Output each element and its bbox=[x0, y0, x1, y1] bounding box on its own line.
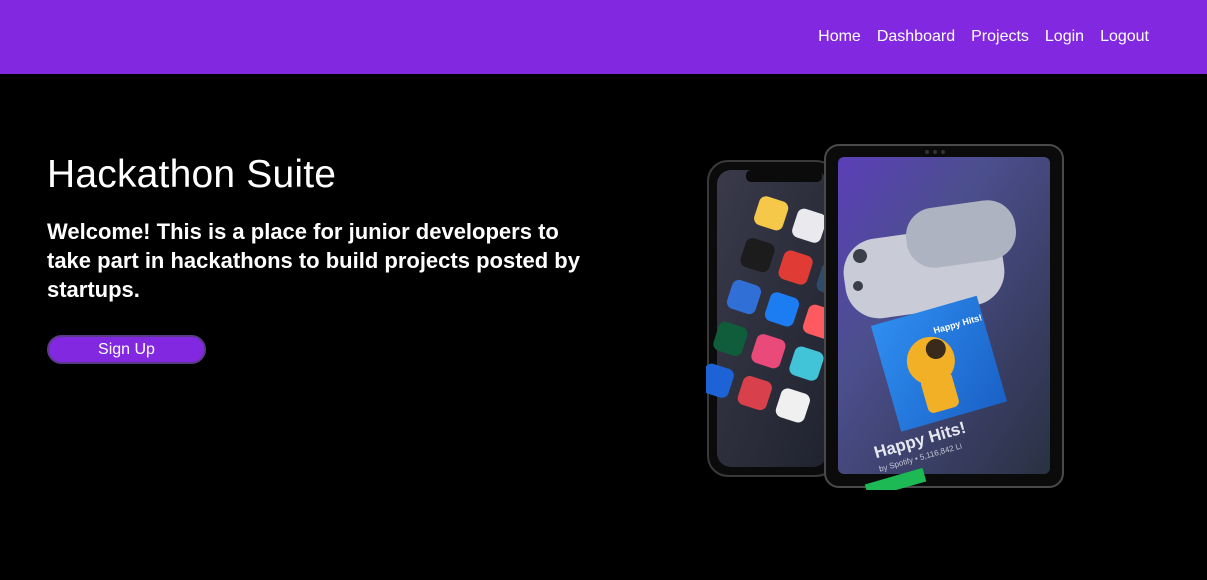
devices-illustration: Happy Hits! Happy Hits! by Spotify • 5,1… bbox=[706, 144, 1064, 490]
nav-link-home[interactable]: Home bbox=[818, 27, 861, 47]
hero-section: Hackathon Suite Welcome! This is a place… bbox=[0, 74, 1207, 580]
nav-menu: Home Dashboard Projects Login Logout bbox=[818, 27, 1149, 47]
top-navbar: Home Dashboard Projects Login Logout bbox=[0, 0, 1207, 74]
hero-title: Hackathon Suite bbox=[47, 153, 337, 196]
tablet-device: Happy Hits! Happy Hits! by Spotify • 5,1… bbox=[824, 144, 1064, 490]
nav-link-login[interactable]: Login bbox=[1045, 27, 1084, 47]
sign-up-button[interactable]: Sign Up bbox=[47, 335, 206, 364]
nav-link-projects[interactable]: Projects bbox=[971, 27, 1029, 47]
hero-subtitle: Welcome! This is a place for junior deve… bbox=[47, 219, 580, 302]
nav-link-dashboard[interactable]: Dashboard bbox=[877, 27, 955, 47]
nav-link-logout[interactable]: Logout bbox=[1100, 27, 1149, 47]
